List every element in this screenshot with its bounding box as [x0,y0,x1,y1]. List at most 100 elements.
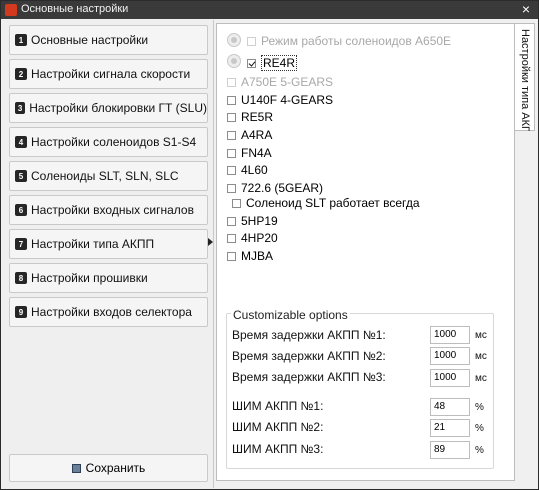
re4r-checkbox-row[interactable]: RE4R [247,55,298,71]
gear-icon[interactable] [227,33,241,47]
nav-button-solenoids-s1-s4[interactable]: 4 Настройки соленоидов S1-S4 [9,127,208,157]
delay-2-label: Время задержки АКПП №2: [232,349,386,363]
pwm-3-label: ШИМ АКПП №3: [232,442,324,456]
nav-button-firmware[interactable]: 8 Настройки прошивки [9,263,208,293]
nav-label: Настройки входных сигналов [31,203,194,217]
type-label: FN4A [241,146,272,160]
save-label: Сохранить [85,461,146,475]
nav-label: Настройки типа АКПП [31,237,155,251]
settings-window: Основные настройки × 1 Основные настройк… [0,0,539,490]
pwm-1-label: ШИМ АКПП №1: [232,399,324,413]
type-checkbox[interactable] [227,77,236,87]
active-arrow-icon [208,238,213,246]
type-checkbox[interactable] [227,130,236,140]
nav-button-lockup-slu[interactable]: 3 Настройки блокировки ГТ (SLU) [9,93,208,123]
pwm-2-label: ШИМ АКПП №2: [232,420,324,434]
number-6-icon: 6 [15,204,27,216]
type-label: A4RA [241,128,273,142]
number-1-icon: 1 [15,34,27,46]
nav-label: Основные настройки [31,33,149,47]
type-label: RE5R [241,110,274,124]
slt-always-label: Соленоид SLT работает всегда [246,196,420,210]
left-nav-panel: 1 Основные настройки 2 Настройки сигнала… [2,20,214,488]
type-label: 5HP19 [241,214,278,228]
type-re5r-row[interactable]: RE5R [227,110,273,124]
type-4l60-row[interactable]: 4L60 [227,163,268,177]
type-checkbox[interactable] [227,95,236,105]
title-bar: Основные настройки × [1,1,538,19]
gear-icon[interactable] [227,54,241,68]
nav-label: Настройки входов селектора [31,305,192,319]
type-checkbox[interactable] [227,148,236,158]
app-icon [5,4,17,16]
nav-button-transmission-type[interactable]: 7 Настройки типа АКПП [9,229,208,259]
a650e-checkbox[interactable] [247,36,256,46]
type-4hp20-row[interactable]: 4HP20 [227,231,278,245]
delay-1-label: Время задержки АКПП №1: [232,328,386,342]
tab-transmission-type[interactable]: Настройки типа АКПП [515,23,535,142]
window-title: Основные настройки [21,3,129,15]
delay-3-unit: мс [475,373,487,384]
type-5hp19-row[interactable]: 5HP19 [227,214,278,228]
type-checkbox[interactable] [227,112,236,122]
pwm-1-input[interactable]: 48 [430,398,470,416]
number-3-icon: 3 [15,102,26,114]
close-icon[interactable]: × [522,1,530,17]
type-checkbox[interactable] [227,233,236,243]
type-label: 4HP20 [241,231,278,245]
number-9-icon: 9 [15,306,27,318]
pwm-3-unit: % [475,445,484,456]
nav-button-speed-signal[interactable]: 2 Настройки сигнала скорости [9,59,208,89]
nav-label: Настройки сигнала скорости [31,67,191,81]
type-u140f-row[interactable]: U140F 4-GEARS [227,93,333,107]
side-strip [515,131,535,481]
number-4-icon: 4 [15,136,27,148]
delay-1-unit: мс [475,330,487,341]
nav-button-input-signals[interactable]: 6 Настройки входных сигналов [9,195,208,225]
type-mjba-row[interactable]: MJBA [227,249,273,263]
type-label: U140F 4-GEARS [241,93,334,107]
nav-button-main-settings[interactable]: 1 Основные настройки [9,25,208,55]
nav-button-solenoids-slt[interactable]: 5 Соленоиды SLT, SLN, SLC [9,161,208,191]
delay-1-input[interactable]: 1000 [430,326,470,344]
pwm-2-unit: % [475,423,484,434]
delay-2-unit: мс [475,351,487,362]
number-5-icon: 5 [15,170,27,182]
type-a4ra-row[interactable]: A4RA [227,128,272,142]
group-title: Customizable options [231,308,350,322]
tab-label: Настройки типа АКПП [519,29,531,142]
nav-label: Настройки блокировки ГТ (SLU) [29,101,207,115]
save-button[interactable]: Сохранить [9,454,208,482]
type-label: A750E 5-GEARS [241,75,334,89]
type-a750e-row[interactable]: A750E 5-GEARS [227,75,333,89]
a650e-checkbox-row[interactable]: Режим работы соленоидов A650E [247,34,451,48]
pwm-2-input[interactable]: 21 [430,419,470,437]
re4r-checkbox[interactable] [247,58,256,68]
number-8-icon: 8 [15,272,27,284]
pwm-1-unit: % [475,402,484,413]
re4r-label: RE4R [261,55,298,71]
slt-always-checkbox[interactable] [232,198,241,208]
nav-button-selector-inputs[interactable]: 9 Настройки входов селектора [9,297,208,327]
pwm-3-input[interactable]: 89 [430,441,470,459]
type-checkbox[interactable] [227,216,236,226]
type-checkbox[interactable] [227,183,236,193]
delay-3-input[interactable]: 1000 [430,369,470,387]
save-disk-icon [71,463,81,473]
delay-3-label: Время задержки АКПП №3: [232,370,386,384]
nav-label: Соленоиды SLT, SLN, SLC [31,169,179,183]
a650e-label: Режим работы соленоидов A650E [261,34,452,48]
type-fn4a-row[interactable]: FN4A [227,146,272,160]
type-7226-row[interactable]: 722.6 (5GEAR) [227,181,323,195]
type-label: MJBA [241,249,274,263]
type-label: 4L60 [241,163,268,177]
type-checkbox[interactable] [227,251,236,261]
nav-label: Настройки прошивки [31,271,148,285]
type-checkbox[interactable] [227,165,236,175]
slt-always-row[interactable]: Соленоид SLT работает всегда [232,196,420,210]
delay-2-input[interactable]: 1000 [430,347,470,365]
nav-label: Настройки соленоидов S1-S4 [31,135,197,149]
number-7-icon: 7 [15,238,27,250]
number-2-icon: 2 [15,68,27,80]
type-label: 722.6 (5GEAR) [241,181,324,195]
